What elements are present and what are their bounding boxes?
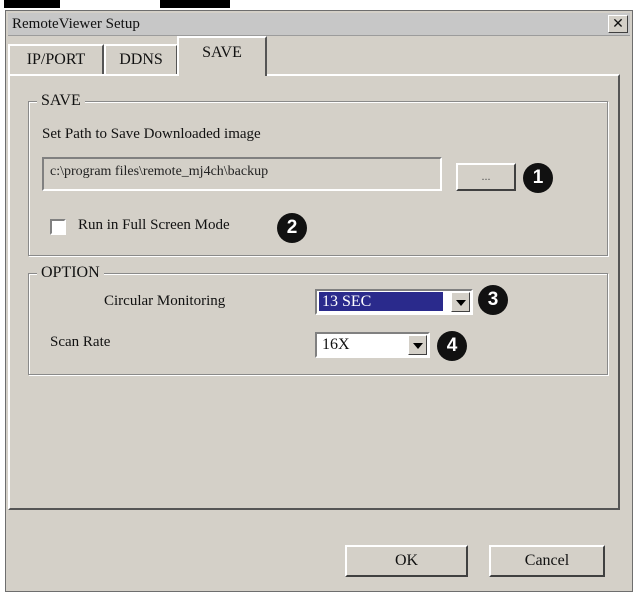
circular-monitoring-select[interactable]: 13 SEC: [315, 289, 473, 315]
browse-button[interactable]: ...: [456, 163, 516, 191]
save-path-field[interactable]: c:\program files\remote_mj4ch\backup: [42, 157, 442, 191]
chevron-down-icon[interactable]: [408, 335, 427, 355]
circular-monitoring-value: 13 SEC: [319, 292, 443, 311]
window-title: RemoteViewer Setup: [12, 16, 140, 32]
circular-monitoring-label: Circular Monitoring: [104, 293, 226, 309]
callout-badge-1: 1: [523, 163, 553, 193]
top-edge-mark: [160, 0, 230, 8]
chevron-down-icon[interactable]: [451, 292, 470, 312]
fullscreen-label[interactable]: Run in Full Screen Mode: [78, 217, 230, 234]
callout-badge-3: 3: [478, 285, 508, 315]
cancel-button[interactable]: Cancel: [489, 545, 605, 577]
option-group-legend: OPTION: [37, 264, 104, 282]
save-group-legend: SAVE: [37, 92, 85, 110]
ok-button[interactable]: OK: [345, 545, 468, 577]
scan-rate-value: 16X: [322, 336, 350, 353]
tab-ip-port[interactable]: IP/PORT: [8, 44, 104, 74]
tab-ddns[interactable]: DDNS: [104, 44, 178, 74]
save-path-label: Set Path to Save Downloaded image: [42, 126, 261, 142]
callout-badge-2: 2: [277, 213, 307, 243]
tab-save[interactable]: SAVE: [177, 36, 267, 76]
fullscreen-checkbox[interactable]: [50, 219, 66, 235]
callout-badge-4: 4: [437, 331, 467, 361]
scan-rate-label: Scan Rate: [50, 334, 111, 350]
title-bar[interactable]: RemoteViewer Setup ✕: [8, 13, 630, 36]
top-edge-mark: [4, 0, 60, 8]
scan-rate-select[interactable]: 16X: [315, 332, 430, 358]
close-icon[interactable]: ✕: [608, 15, 628, 33]
